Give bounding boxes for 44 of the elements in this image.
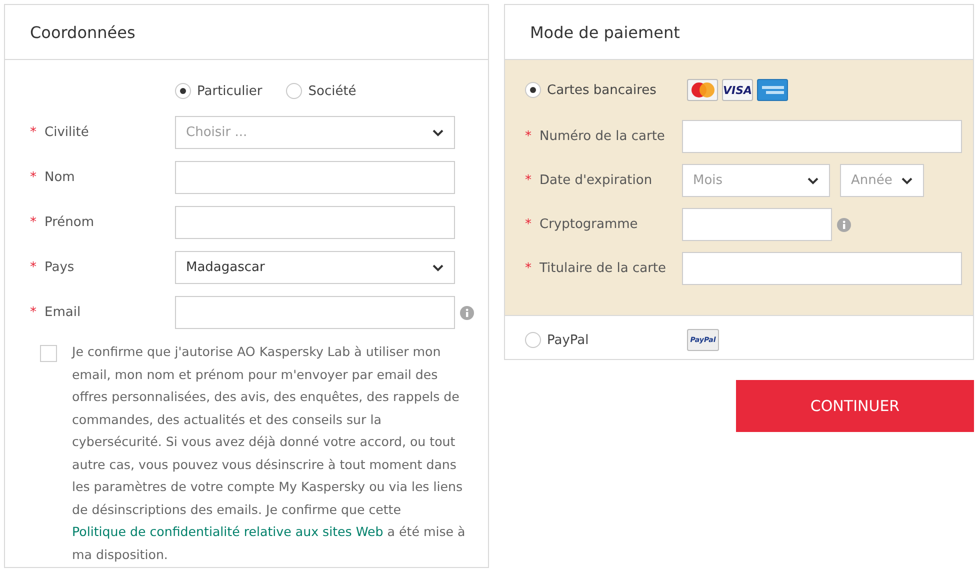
radio-option[interactable]: Cartes bancaires — [525, 82, 687, 98]
field-label: Nom — [44, 170, 75, 185]
mastercard-logo-icon — [687, 79, 718, 101]
field-label: Prénom — [44, 215, 94, 230]
radio-option[interactable]: Particulier — [175, 83, 262, 99]
privacy-policy-link[interactable]: Politique de confidentialité relative aux sites Web — [72, 524, 384, 539]
chevron-down-icon — [901, 176, 913, 184]
info-icon[interactable] — [460, 306, 474, 320]
input-field[interactable] — [682, 252, 962, 285]
input-field[interactable] — [175, 161, 455, 194]
required-asterisk: * — [525, 261, 532, 276]
info-icon[interactable] — [837, 218, 851, 232]
radio-option[interactable]: Société — [286, 83, 356, 99]
input-field[interactable] — [682, 120, 962, 153]
required-asterisk: * — [525, 173, 532, 188]
field-label: Cryptogramme — [540, 217, 638, 232]
required-asterisk: * — [30, 215, 36, 230]
field-label: Numéro de la carte — [540, 129, 665, 144]
select-field[interactable]: Madagascar — [175, 251, 455, 284]
chevron-down-icon — [432, 264, 444, 272]
radio-option[interactable]: PayPal — [525, 332, 687, 348]
required-asterisk: * — [525, 129, 532, 144]
field-label: Email — [44, 305, 81, 320]
consent-text: Je confirme que j'autorise AO Kaspersky Lab à utiliser mon email, mon nom et prénom pour m'envoyer par email des offres personnalisées, des avis, des enquêtes, des rappels de commandes, des actualités et des conseils sur la cybersécurité. Si vous avez déjà donné votre accord, ou tout autre cas, vous pouvez vous désinscrire à tout moment dans les paramètres de votre compte My Kaspersky ou via les liens de désinscriptions des emails. Je confirme que cette Politique de confidentialité relative aux sites Web a été mise à ma disposition. — [72, 343, 466, 564]
required-asterisk: * — [30, 305, 36, 320]
consent-checkbox[interactable] — [40, 345, 57, 362]
visa-logo: VISA — [722, 79, 753, 101]
required-asterisk: * — [525, 217, 532, 232]
field-label: Date d'expiration — [540, 173, 652, 188]
required-asterisk: * — [30, 170, 36, 185]
input-field[interactable] — [682, 208, 832, 241]
section-title: Mode de paiement — [530, 22, 680, 42]
field-label: Pays — [44, 260, 74, 275]
required-asterisk: * — [30, 125, 36, 140]
field-label: Titulaire de la carte — [540, 261, 666, 276]
field-label: Civilité — [44, 125, 89, 140]
section-title: Coordonnées — [30, 22, 136, 42]
required-asterisk: * — [30, 260, 36, 275]
chevron-down-icon — [432, 128, 444, 136]
chevron-down-icon — [807, 176, 819, 184]
continue-button[interactable]: CONTINUER — [736, 380, 974, 432]
card-logo-icon — [757, 79, 788, 101]
input-field[interactable] — [175, 296, 455, 329]
input-field[interactable] — [175, 206, 455, 239]
